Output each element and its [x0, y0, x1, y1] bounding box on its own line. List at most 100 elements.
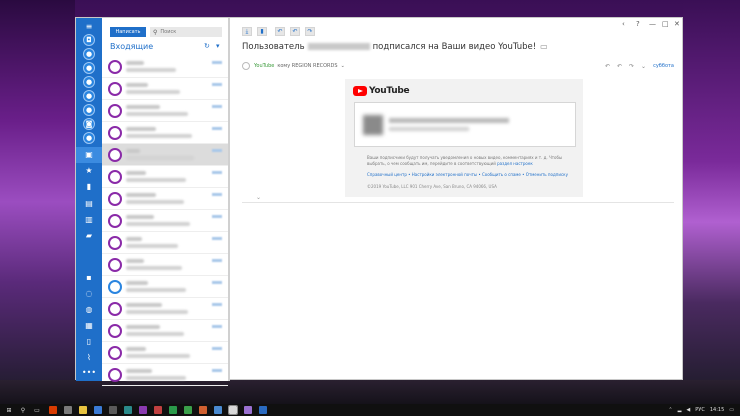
redacted-preview	[126, 112, 188, 116]
reply-all-icon[interactable]: ↶	[290, 27, 300, 36]
youtube-wordmark: YouTube	[369, 86, 410, 96]
taskbar-app-icon[interactable]	[109, 406, 117, 414]
whatsapp-icon[interactable]: ◍	[83, 304, 95, 316]
star-icon[interactable]: ★	[83, 165, 95, 177]
taskbar-app-icon[interactable]	[169, 406, 177, 414]
account-avatar-icon[interactable]: ◙	[83, 118, 95, 130]
taskbar-app-icon[interactable]	[124, 406, 132, 414]
show-more-icon[interactable]: ⌄	[256, 194, 261, 201]
bulb-icon[interactable]: ◌	[83, 288, 95, 300]
folder-icon[interactable]: ▰	[83, 230, 95, 242]
subscriber-card[interactable]	[354, 102, 576, 147]
minimize-button[interactable]: —	[649, 20, 656, 28]
tray-up-icon[interactable]: ⌃	[668, 407, 672, 413]
taskbar-app-icon[interactable]	[79, 406, 87, 414]
chevron-down-icon[interactable]: ⌄	[641, 63, 646, 70]
reply-all-icon[interactable]: ↶	[617, 63, 622, 70]
taskbar-app-icon[interactable]	[214, 406, 222, 414]
forward-icon[interactable]: ↷	[305, 27, 315, 36]
redacted-preview	[126, 68, 176, 72]
sender-avatar	[108, 104, 122, 118]
list-item[interactable]	[102, 56, 228, 78]
list-item[interactable]	[102, 232, 228, 254]
reply-icon[interactable]: ↶	[605, 63, 610, 70]
taskbar-app-icon[interactable]	[184, 406, 192, 414]
footer-links[interactable]: Справочный центр • Настройки электронной…	[367, 172, 577, 177]
taskbar-app-icon[interactable]	[139, 406, 147, 414]
download-icon[interactable]: ⤓	[242, 27, 252, 36]
refresh-icon[interactable]: ↻	[204, 42, 210, 50]
help-button[interactable]: ?	[636, 20, 640, 28]
account-avatar-icon[interactable]: ●	[83, 132, 95, 144]
message-subject: Пользователь подписался на Ваши видео You…	[242, 42, 548, 52]
notifications-icon[interactable]: ▭	[729, 407, 734, 413]
hamburger-menu-icon[interactable]: ≡	[83, 21, 95, 33]
account-avatar-icon[interactable]: ●	[83, 48, 95, 60]
account-avatar-icon[interactable]: ◘	[83, 34, 95, 46]
list-item[interactable]	[102, 210, 228, 232]
start-button[interactable]: ⊞	[4, 406, 14, 415]
forward-icon[interactable]: ↷	[629, 63, 634, 70]
list-item[interactable]	[102, 100, 228, 122]
taskbar-mail-app-icon[interactable]	[228, 405, 238, 415]
delete-icon[interactable]: ▮	[257, 27, 267, 36]
list-item[interactable]	[102, 78, 228, 100]
redacted-username	[307, 43, 370, 50]
inbox-icon[interactable]: ▣	[76, 147, 102, 163]
document-icon[interactable]: ▮	[83, 181, 95, 193]
list-item[interactable]	[102, 144, 228, 166]
recipient-expand-icon[interactable]: ⌄	[341, 63, 345, 69]
list-item[interactable]	[102, 166, 228, 188]
taskbar-app-icon[interactable]	[154, 406, 162, 414]
volume-icon[interactable]: ◀	[686, 407, 690, 413]
account-avatar-icon[interactable]: ●	[83, 104, 95, 116]
list-item[interactable]	[102, 298, 228, 320]
archive-icon[interactable]: ▤	[83, 198, 95, 210]
close-button[interactable]: ✕	[674, 20, 680, 28]
maximize-button[interactable]: □	[662, 20, 669, 28]
taskbar-app-icon[interactable]	[199, 406, 207, 414]
redacted-preview	[126, 288, 186, 292]
calendar-icon[interactable]: ▦	[83, 320, 95, 332]
taskbar-app-icon[interactable]	[94, 406, 102, 414]
system-tray: ⌃ ▂ ◀ РУС 14:15 ▭	[668, 404, 734, 416]
redacted-sender	[126, 105, 160, 109]
list-item[interactable]	[102, 342, 228, 364]
taskbar-app-icon[interactable]	[49, 406, 57, 414]
list-item[interactable]	[102, 122, 228, 144]
search-icon[interactable]: ⚲	[18, 406, 28, 415]
sent-icon[interactable]: ▥	[83, 214, 95, 226]
redacted-preview	[126, 200, 184, 204]
sender-avatar	[108, 280, 122, 294]
clipboard-icon[interactable]: ▯	[83, 336, 95, 348]
taskbar-app-icon[interactable]	[259, 406, 267, 414]
redacted-preview	[126, 310, 188, 314]
clock[interactable]: 14:15	[710, 407, 724, 413]
filter-dropdown-icon[interactable]: ▾	[216, 42, 220, 50]
list-item[interactable]	[102, 188, 228, 210]
language-indicator[interactable]: РУС	[695, 407, 705, 413]
attachment-icon[interactable]: ⌇	[83, 352, 95, 364]
sender-name[interactable]: YouTube	[254, 63, 274, 69]
settings-link[interactable]: раздел настроек	[497, 161, 533, 166]
taskbar-app-icon[interactable]	[244, 406, 252, 414]
list-item[interactable]	[102, 276, 228, 298]
contacts-icon[interactable]: ▪	[83, 272, 95, 284]
list-item[interactable]	[102, 364, 228, 386]
sender-avatar	[108, 346, 122, 360]
move-to-folder-icon[interactable]: ▭	[540, 42, 548, 51]
search-input[interactable]: ⚲ Поиск	[150, 27, 222, 37]
account-avatar-icon[interactable]: ●	[83, 90, 95, 102]
network-icon[interactable]: ▂	[678, 407, 682, 413]
list-item[interactable]	[102, 254, 228, 276]
account-avatar-icon[interactable]: ●	[83, 62, 95, 74]
more-icon[interactable]: •••	[82, 367, 96, 379]
account-avatar-icon[interactable]: ●	[83, 76, 95, 88]
sender-avatar	[108, 170, 122, 184]
task-view-icon[interactable]: ▭	[32, 406, 42, 415]
taskbar-app-icon[interactable]	[64, 406, 72, 414]
list-item[interactable]	[102, 320, 228, 342]
compose-button[interactable]: Написать	[110, 27, 146, 37]
reply-icon[interactable]: ↶	[275, 27, 285, 36]
back-button[interactable]: ‹	[622, 20, 625, 28]
